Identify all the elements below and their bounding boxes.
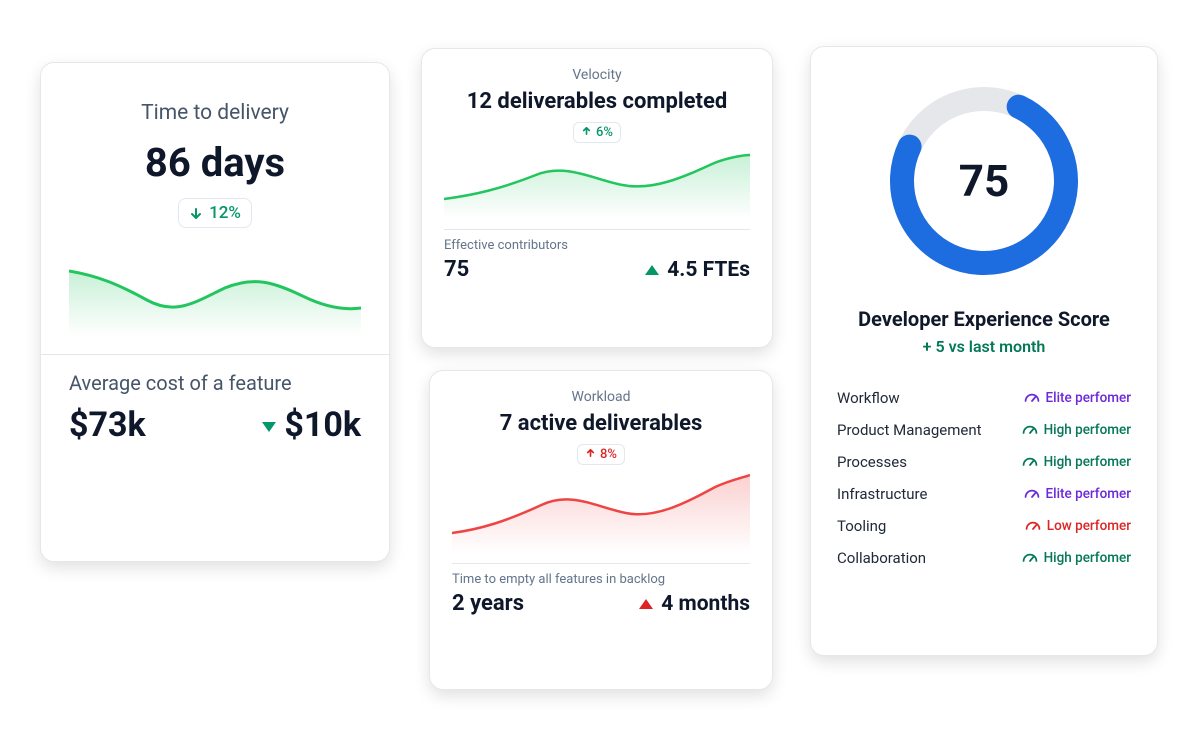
dx-category-row: Workflow Elite perfomer (837, 382, 1131, 414)
contributors-value: 75 (444, 257, 469, 282)
triangle-up-icon (645, 265, 659, 275)
velocity-sparkline (444, 149, 750, 219)
dx-score-value: 75 (884, 81, 1084, 281)
gauge-icon (1024, 486, 1040, 502)
backlog-value: 2 years (452, 591, 524, 616)
dx-category-row: Product Management High perfomer (837, 414, 1131, 446)
workload-headline: 7 active deliverables (452, 411, 750, 436)
ttd-sparkline (69, 246, 361, 336)
arrow-down-icon (189, 206, 203, 220)
workload-sparkline (452, 471, 750, 553)
workload-change-text: 8% (600, 447, 617, 462)
dx-category-row: Processes High perfomer (837, 446, 1131, 478)
gauge-icon (1022, 550, 1038, 566)
backlog-delta: 4 months (639, 592, 750, 616)
avg-cost-title: Average cost of a feature (69, 371, 361, 395)
dx-category-name: Infrastructure (837, 485, 927, 503)
ttd-title: Time to delivery (69, 101, 361, 125)
dx-category-tier: Elite perfomer (1024, 486, 1131, 502)
dx-category-tier: High perfomer (1022, 454, 1131, 470)
gauge-icon (1022, 422, 1038, 438)
dx-category-row: Tooling Low perfomer (837, 510, 1131, 542)
dx-delta: + 5 vs last month (837, 337, 1131, 356)
dx-donut: 75 (884, 81, 1084, 281)
triangle-up-icon (639, 599, 653, 609)
ttd-value: 86 days (69, 139, 361, 186)
workload-label: Workload (452, 389, 750, 405)
dx-category-tier: Elite perfomer (1024, 390, 1131, 406)
dx-category-tier: High perfomer (1022, 550, 1131, 566)
arrow-up-icon (585, 447, 596, 462)
avg-cost-value: $73k (69, 405, 146, 445)
gauge-icon (1025, 518, 1041, 534)
gauge-icon (1024, 390, 1040, 406)
velocity-headline: 12 deliverables completed (444, 89, 750, 114)
triangle-down-icon (262, 422, 276, 432)
velocity-change-text: 6% (596, 125, 613, 140)
workload-change-chip: 8% (577, 444, 625, 465)
dx-category-name: Processes (837, 453, 907, 471)
dx-category-tier: High perfomer (1022, 422, 1131, 438)
dx-category-tier: Low perfomer (1025, 518, 1131, 534)
dx-category-list: Workflow Elite perfomer Product Management… (837, 382, 1131, 574)
velocity-change-chip: 6% (573, 122, 621, 143)
velocity-label: Velocity (444, 67, 750, 83)
contributors-label: Effective contributors (444, 238, 750, 253)
workload-card: Workload 7 active deliverables 8% Time t… (429, 370, 773, 690)
velocity-card: Velocity 12 deliverables completed 6% Ef… (421, 48, 773, 348)
dx-title: Developer Experience Score (837, 307, 1131, 331)
avg-cost-delta: $10k (262, 405, 361, 445)
dx-category-row: Collaboration High perfomer (837, 542, 1131, 574)
backlog-label: Time to empty all features in backlog (452, 572, 750, 587)
dx-category-row: Infrastructure Elite perfomer (837, 478, 1131, 510)
dx-category-name: Tooling (837, 517, 886, 535)
divider (452, 563, 750, 564)
divider (41, 354, 389, 355)
divider (444, 229, 750, 230)
dx-category-name: Workflow (837, 389, 900, 407)
dx-score-card: 75 Developer Experience Score + 5 vs las… (810, 46, 1158, 656)
contributors-delta: 4.5 FTEs (645, 258, 750, 282)
dx-category-name: Collaboration (837, 549, 926, 567)
ttd-change-text: 12% (209, 203, 241, 223)
dx-category-name: Product Management (837, 421, 982, 439)
ttd-change-chip: 12% (178, 198, 252, 228)
arrow-up-icon (581, 125, 592, 140)
time-to-delivery-card: Time to delivery 86 days 12% Average cos… (40, 62, 390, 562)
gauge-icon (1022, 454, 1038, 470)
